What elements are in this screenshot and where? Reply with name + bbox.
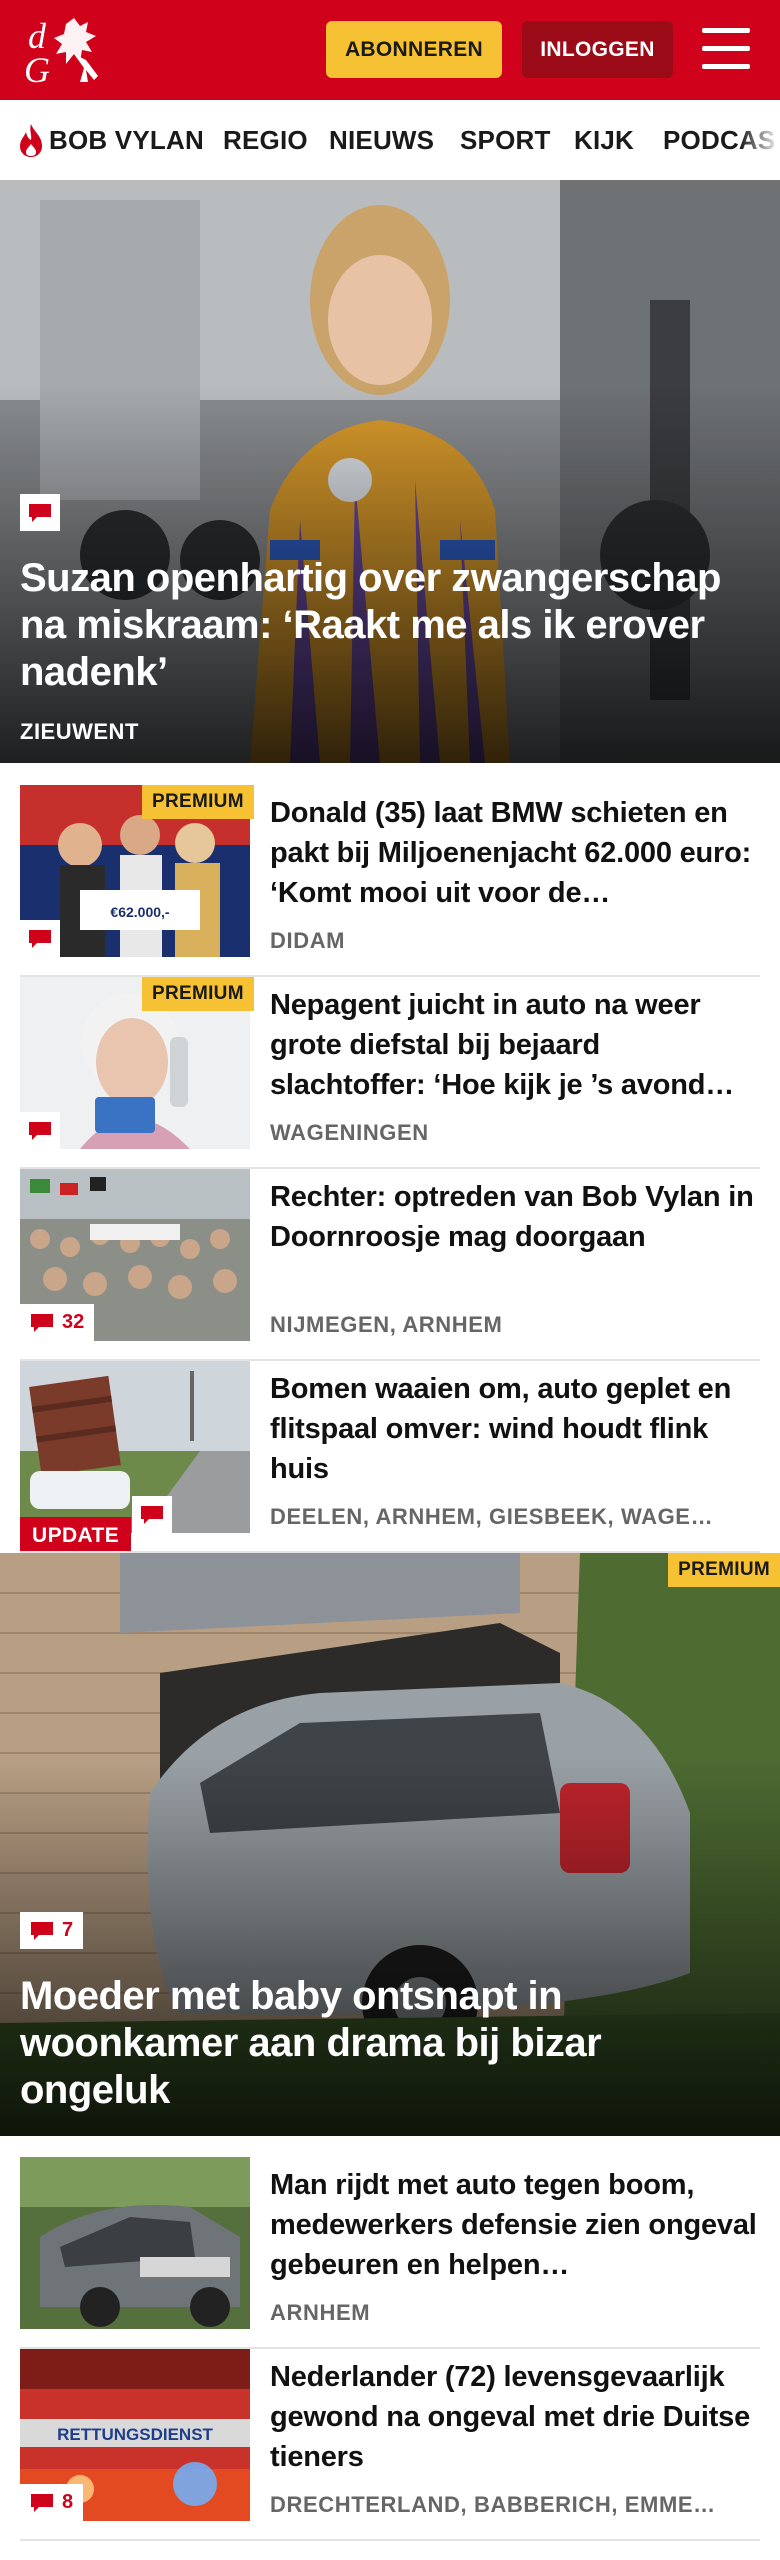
comment-count: 7 xyxy=(62,1919,74,1941)
svg-text:G: G xyxy=(24,50,50,86)
article-title[interactable]: Nepagent juicht in auto na weer grote di… xyxy=(270,985,760,1105)
premium-badge: PREMIUM xyxy=(142,785,254,819)
article-location: ARNHEM xyxy=(270,2300,371,2325)
list-item[interactable]: PREMIUM Nepagent juicht in auto na weer … xyxy=(20,977,760,1170)
article-location: DRECHTERLAND, BABBERICH, EMME… xyxy=(270,2492,716,2517)
article-title[interactable]: Nederlander (72) levensgevaar­lijk gewon… xyxy=(270,2357,760,2477)
comment-icon xyxy=(29,503,51,522)
nav-item-sport[interactable]: SPORT xyxy=(460,100,551,180)
nav-item-nieuws[interactable]: NIEUWS xyxy=(329,100,434,180)
article-thumbnail xyxy=(20,2157,250,2329)
hero-title[interactable]: Suzan openhartig over zwangerschap na mi… xyxy=(20,555,760,696)
hero-location: ZIEUWENT xyxy=(20,719,139,744)
hero-title[interactable]: Moeder met baby ontsnapt in woonkamer aa… xyxy=(20,1973,760,2114)
top-bar: d G ABONNEREN INLOGGEN xyxy=(0,0,780,100)
comment-icon xyxy=(31,1921,53,1940)
comment-badge xyxy=(20,494,60,531)
list-item[interactable]: €62.000,- PREMIUM Donald (35) laat BMW s… xyxy=(20,785,760,978)
comment-icon xyxy=(29,929,51,948)
comment-badge xyxy=(20,920,60,957)
list-item[interactable]: UPDATE Bomen waaien om, auto geplet en f… xyxy=(20,1361,760,1554)
nav-item-kijk[interactable]: KIJK xyxy=(574,100,634,180)
premium-badge: PREMIUM xyxy=(142,977,254,1011)
article-title[interactable]: Rechter: optreden van Bob Vylan in Doorn… xyxy=(270,1177,760,1257)
divider xyxy=(20,2539,760,2541)
update-badge: UPDATE xyxy=(20,1517,132,1554)
comment-count: 8 xyxy=(62,2491,74,2513)
comment-icon xyxy=(141,1505,163,1524)
article-location: DIDAM xyxy=(270,928,346,953)
dg-logo[interactable]: d G xyxy=(22,14,114,86)
rettungsdienst-text: RETTUNGSDIENST xyxy=(57,2425,213,2444)
flame-icon xyxy=(20,124,42,157)
hero-article[interactable]: Suzan openhartig over zwangerschap na mi… xyxy=(0,180,780,763)
article-title[interactable]: Donald (35) laat BMW schieten en pakt bi… xyxy=(270,793,760,913)
login-button[interactable]: INLOGGEN xyxy=(522,21,673,78)
nav-item-bob-vylan[interactable]: BOB VYLAN xyxy=(49,100,204,180)
comment-badge: 8 xyxy=(20,2484,84,2521)
list-item[interactable]: 32 Rechter: optreden van Bob Vylan in Do… xyxy=(20,1169,760,1362)
nav-item-regio[interactable]: REGIO xyxy=(223,100,308,180)
subscribe-button[interactable]: ABONNEREN xyxy=(326,21,502,78)
comment-count: 32 xyxy=(62,1311,85,1333)
hero-article[interactable]: PREMIUM 7 Moeder met baby ontsnapt in wo… xyxy=(0,1553,780,2136)
comment-badge: 32 xyxy=(20,1304,95,1341)
comment-badge xyxy=(132,1496,172,1533)
svg-text:€62.000,-: €62.000,- xyxy=(110,904,169,920)
article-title[interactable]: Bomen waaien om, auto geplet en flitspaa… xyxy=(270,1369,760,1489)
list-item[interactable]: Man rijdt met auto tegen boom, medewerke… xyxy=(20,2157,760,2350)
comment-icon xyxy=(29,1121,51,1140)
comment-icon xyxy=(31,2493,53,2512)
article-location: WAGENINGEN xyxy=(270,1120,429,1145)
article-location: NIJMEGEN, ARNHEM xyxy=(270,1312,503,1337)
list-item[interactable]: RETTUNGSDIENST 8 Nederlander (72) levens… xyxy=(20,2349,760,2542)
article-title[interactable]: Man rijdt met auto tegen boom, medewerke… xyxy=(270,2165,760,2285)
article-location: DEELEN, ARNHEM, GIESBEEK, WAGE… xyxy=(270,1504,714,1529)
comment-icon xyxy=(31,1313,53,1332)
hamburger-menu-icon[interactable] xyxy=(702,28,750,70)
premium-badge: PREMIUM xyxy=(668,1553,780,1587)
nav-fade xyxy=(740,100,780,180)
comment-badge: 7 xyxy=(20,1912,84,1949)
section-nav: BOB VYLAN REGIO NIEUWS SPORT KIJK PODCAS xyxy=(0,100,780,180)
comment-badge xyxy=(20,1112,60,1149)
